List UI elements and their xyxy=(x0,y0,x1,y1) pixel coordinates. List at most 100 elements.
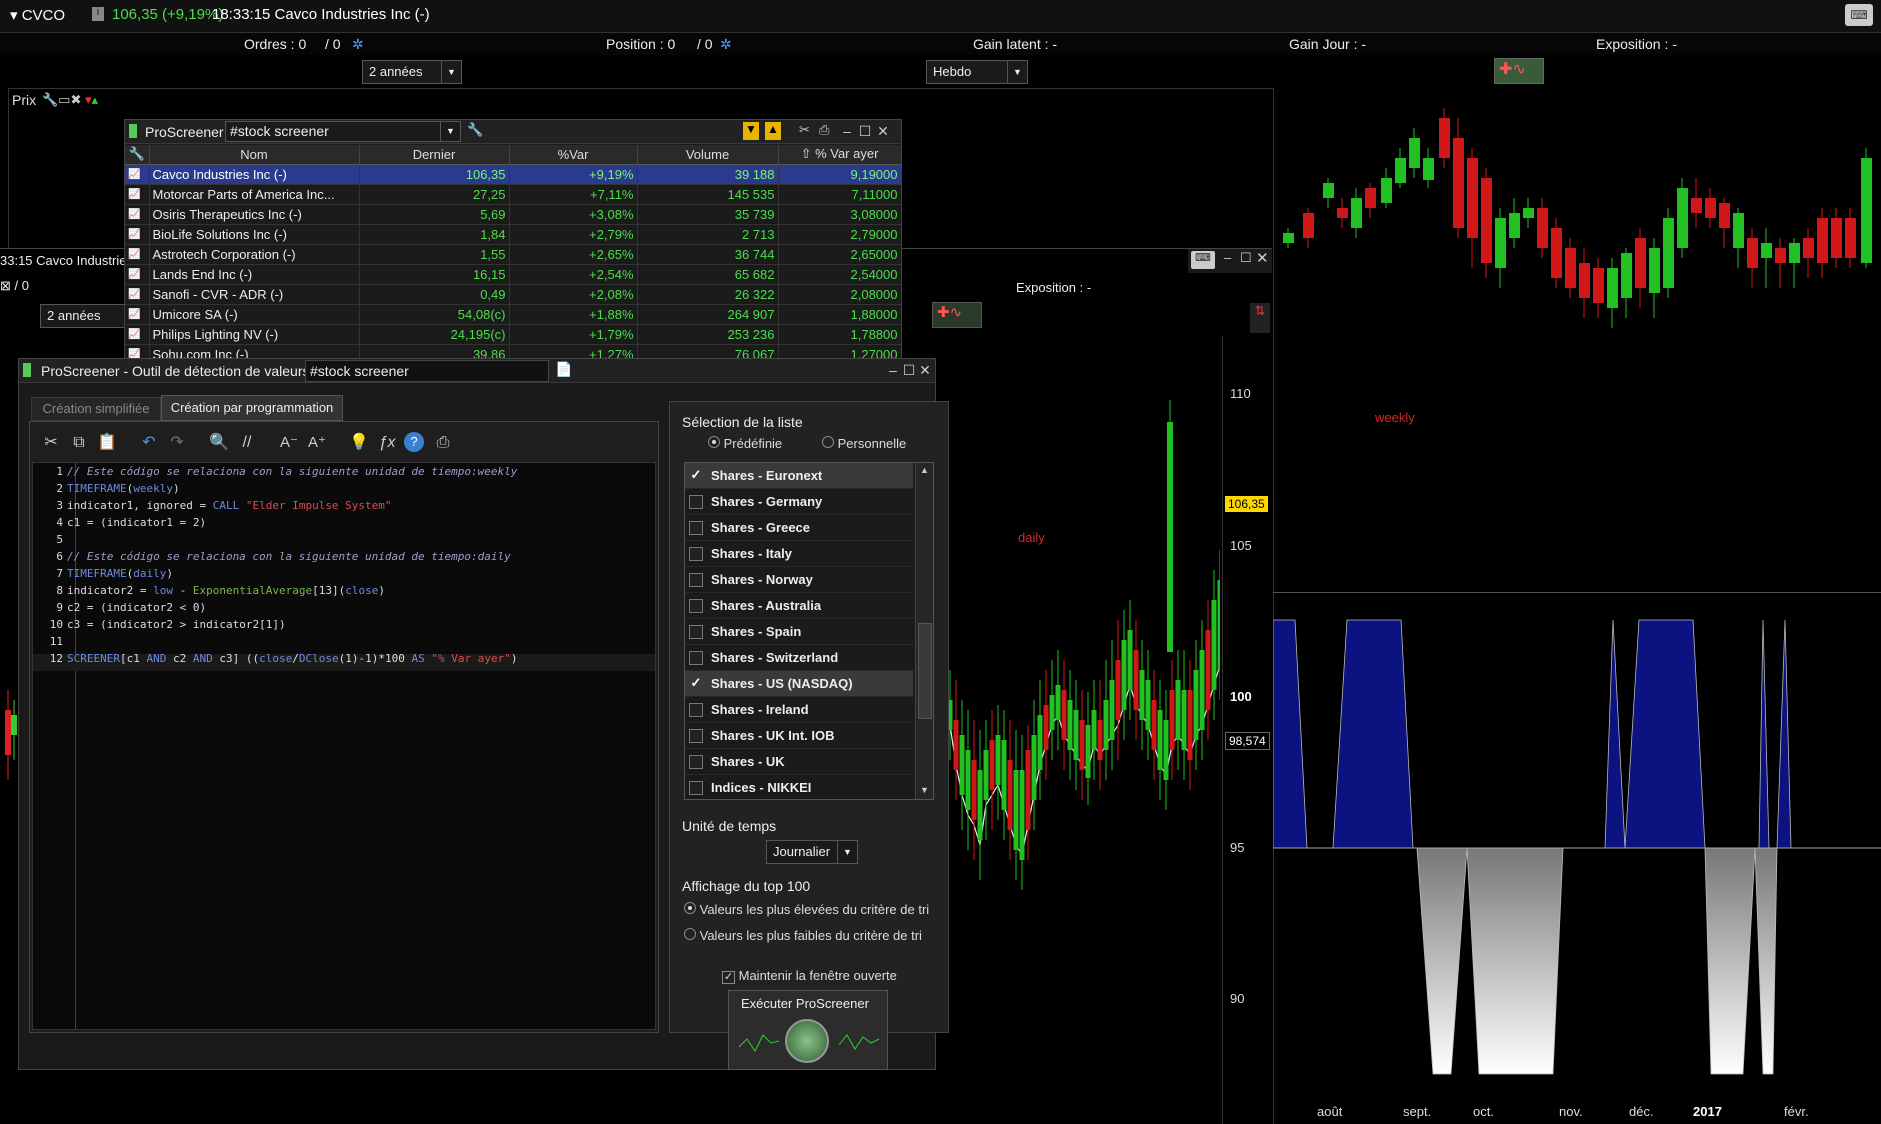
scroll-up-icon[interactable]: ▲ xyxy=(920,465,929,475)
personal-option[interactable]: Personnelle xyxy=(822,436,906,451)
table-row[interactable]: 📈 Sanofi - CVR - ADR (-) 0,49 +2,08% 26 322 2… xyxy=(125,284,901,305)
list-item[interactable]: Shares - Germany xyxy=(685,489,913,515)
gear-icon[interactable]: ✲ xyxy=(352,36,364,53)
list-checkbox[interactable] xyxy=(689,728,703,743)
scissors-icon[interactable]: ✂ xyxy=(799,122,810,138)
table-row[interactable]: 📈 Osiris Therapeutics Inc (-) 5,69 +3,08% 35… xyxy=(125,204,901,225)
code-line[interactable]: 6 // Este código se relaciona con la sigu… xyxy=(33,548,655,565)
code-line[interactable]: 4 c1 = (indicator1 = 2) xyxy=(33,514,655,531)
search-icon[interactable]: 🔍 xyxy=(208,432,230,454)
back-period-select[interactable]: 2 années xyxy=(40,304,130,328)
wrench-icon[interactable]: 🔧 xyxy=(467,122,485,140)
chart-col-icon[interactable]: 🔧 xyxy=(125,145,150,165)
symbol-label[interactable]: ▾ CVCO xyxy=(10,6,65,24)
run-proscreener-button[interactable]: Exécuter ProScreener xyxy=(728,990,888,1070)
code-line[interactable]: 10 c3 = (indicator2 > indicator2[1]) xyxy=(33,616,655,633)
keep-open-checkbox[interactable]: ✓ xyxy=(722,971,735,984)
scroll-down-icon[interactable]: ▼ xyxy=(920,785,929,795)
list-checkbox[interactable] xyxy=(689,624,703,639)
chart-row-icon[interactable]: 📈 xyxy=(125,304,150,325)
function-icon[interactable]: ƒx xyxy=(376,432,398,454)
code-line[interactable]: 11 xyxy=(33,633,655,650)
scroll-thumb[interactable] xyxy=(918,623,932,719)
list-item[interactable]: Shares - Spain xyxy=(685,619,913,645)
list-checkbox[interactable] xyxy=(689,598,703,613)
list-checkbox[interactable] xyxy=(689,780,703,795)
list-checkbox[interactable] xyxy=(689,546,703,561)
chart-row-icon[interactable]: 📈 xyxy=(125,184,150,205)
help-icon[interactable]: ? xyxy=(404,432,424,452)
chart-row-icon[interactable]: 📈 xyxy=(125,164,150,185)
screen-name-select[interactable]: #stock screener ▼ xyxy=(225,121,461,142)
chart-row-icon[interactable]: 📈 xyxy=(125,284,150,305)
cut-icon[interactable]: ✂ xyxy=(40,432,62,454)
minimize-icon[interactable]: – xyxy=(839,123,855,139)
back-indicator-button[interactable]: ✚∿ xyxy=(932,302,982,328)
tab-simplified[interactable]: Création simplifiée xyxy=(31,397,161,421)
info-icon[interactable]: i xyxy=(92,7,104,21)
table-row[interactable]: 📈 Sohu.com Inc (-) 39,86 +1,27% 76 067 1,2700… xyxy=(125,344,901,358)
top100-high-option[interactable]: Valeurs les plus élevées du critère de t… xyxy=(684,902,929,917)
top100-low-radio[interactable] xyxy=(684,928,696,940)
doc-icon[interactable]: 📄 xyxy=(555,361,572,378)
keep-open-option[interactable]: ✓ Maintenir la fenêtre ouverte xyxy=(722,968,897,984)
chart-row-icon[interactable]: 📈 xyxy=(125,344,150,358)
list-item[interactable]: Shares - UK Int. IOB xyxy=(685,723,913,749)
list-checkbox[interactable] xyxy=(689,494,703,509)
keyboard-icon[interactable]: ⌨ xyxy=(1191,251,1215,269)
tool-screen-name[interactable]: #stock screener xyxy=(305,360,549,382)
col-header-var[interactable]: %Var xyxy=(509,145,638,165)
list-checkbox[interactable] xyxy=(689,572,703,587)
maximize-icon[interactable]: ☐ xyxy=(857,123,873,139)
keyboard-icon[interactable]: ⌨ xyxy=(1845,4,1873,26)
table-row[interactable]: 📈 Umicore SA (-) 54,08(c) +1,88% 264 907 1,88… xyxy=(125,304,901,325)
list-item[interactable]: Shares - UK xyxy=(685,749,913,775)
minimize-icon[interactable]: – xyxy=(885,362,901,378)
undo-icon[interactable]: ↶ xyxy=(138,432,160,454)
close-icon[interactable]: ✕ xyxy=(917,362,933,378)
list-item[interactable]: Shares - Ireland xyxy=(685,697,913,723)
chart-row-icon[interactable]: 📈 xyxy=(125,264,150,285)
print-icon[interactable]: ⎙ xyxy=(432,432,454,454)
list-scrollbar[interactable]: ▲ ▼ xyxy=(915,463,933,799)
code-editor[interactable]: 1 // Este código se relaciona con la sigu… xyxy=(32,462,656,1030)
list-checkbox[interactable] xyxy=(689,650,703,665)
predefined-radio[interactable] xyxy=(708,436,720,448)
print-icon[interactable]: ⎙ xyxy=(819,122,829,138)
list-checkbox[interactable] xyxy=(689,754,703,769)
period-select[interactable]: 2 années ▼ xyxy=(362,60,462,84)
table-row[interactable]: 📈 Motorcar Parts of America Inc... 27,25 +7… xyxy=(125,184,901,205)
copy-icon[interactable]: ⧉ xyxy=(68,432,90,454)
code-line[interactable]: 9 c2 = (indicator2 < 0) xyxy=(33,599,655,616)
table-row[interactable]: 📈 BioLife Solutions Inc (-) 1,84 +2,79% 2 71… xyxy=(125,224,901,245)
list-item[interactable]: Shares - Switzerland xyxy=(685,645,913,671)
maximize-icon[interactable]: ☐ xyxy=(1240,250,1252,266)
minimize-icon[interactable]: – xyxy=(1224,250,1231,265)
sort-up-icon[interactable]: ▲ xyxy=(765,122,781,140)
maximize-icon[interactable]: ☐ xyxy=(901,362,917,378)
code-line[interactable]: 2 TIMEFRAME(weekly) xyxy=(33,480,655,497)
list-item[interactable]: ✓ Shares - US (NASDAQ) xyxy=(685,671,913,697)
redo-icon[interactable]: ↷ xyxy=(166,432,188,454)
col-header-dernier[interactable]: Dernier xyxy=(359,145,510,165)
table-row[interactable]: 📈 Philips Lighting NV (-) 24,195(c) +1,79% 2… xyxy=(125,324,901,345)
list-item[interactable]: Shares - Greece xyxy=(685,515,913,541)
list-item[interactable]: Indices - NIKKEI xyxy=(685,775,913,799)
sort-down-icon[interactable]: ▼ xyxy=(743,122,759,140)
chart-toolbar-icons[interactable]: 🔧▭✖ ▾▴ xyxy=(42,92,98,108)
code-line[interactable]: 5 xyxy=(33,531,655,548)
list-item[interactable]: Shares - Norway xyxy=(685,567,913,593)
predefined-option[interactable]: Prédéfinie xyxy=(708,436,782,451)
top100-low-option[interactable]: Valeurs les plus faibles du critère de t… xyxy=(684,928,922,943)
list-checkbox[interactable]: ✓ xyxy=(689,676,703,691)
list-checkbox[interactable]: ✓ xyxy=(689,468,703,483)
close-icon[interactable]: ✕ xyxy=(875,123,891,139)
back-window-controls[interactable]: ⌨ – ☐ ✕ xyxy=(1188,249,1272,273)
chart-row-icon[interactable]: 📈 xyxy=(125,244,150,265)
top100-high-radio[interactable] xyxy=(684,902,696,914)
chart-row-icon[interactable]: 📈 xyxy=(125,224,150,245)
list-checkbox[interactable] xyxy=(689,702,703,717)
col-header-volume[interactable]: Volume xyxy=(637,145,779,165)
paste-icon[interactable]: 📋 xyxy=(96,432,118,454)
market-list[interactable]: ✓ Shares - Euronext Shares - Germany Shares… xyxy=(684,462,934,800)
